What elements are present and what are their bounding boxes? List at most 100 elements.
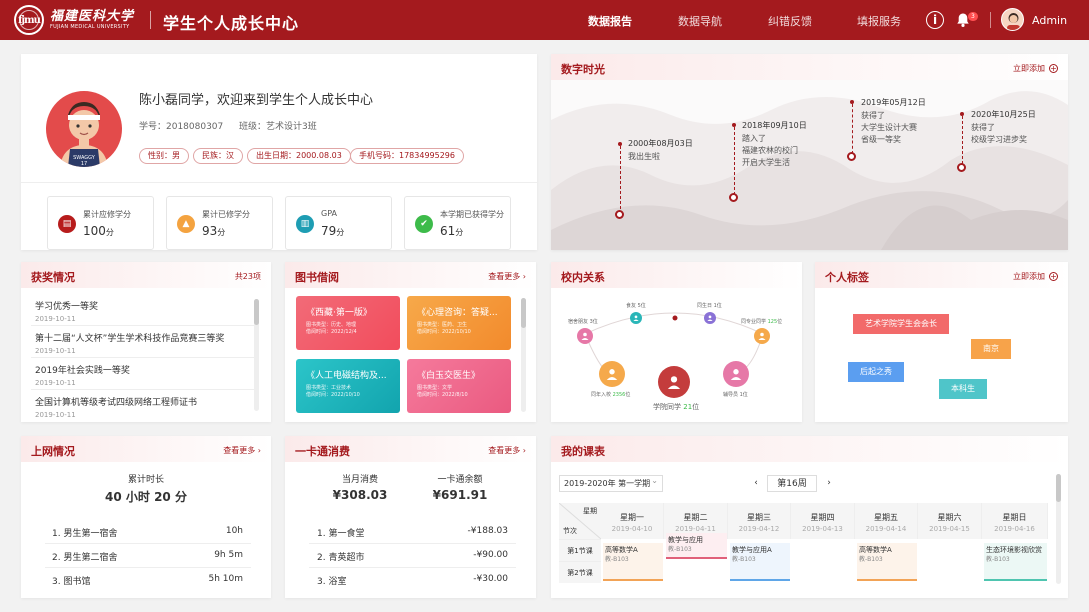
tag-phone: 手机号码：17834995296 xyxy=(350,148,464,164)
tags-title: 个人标签 xyxy=(825,271,869,284)
mountain-background xyxy=(551,91,1068,250)
relation-major: 同专业同学 125位 xyxy=(741,319,783,325)
course-cell[interactable]: 高等数学A 教-B103 xyxy=(857,543,917,581)
list-item[interactable]: 2019年社会实践一等奖 2019-10-11 xyxy=(35,363,130,387)
relation-same-year: 同年入校 2356位 xyxy=(591,392,631,398)
course-cell[interactable]: 生态环境影视欣赏 教-B103 xyxy=(984,543,1047,581)
user-name[interactable]: Admin xyxy=(1032,14,1067,27)
jersey-number: 17 xyxy=(81,161,87,167)
list-item[interactable]: 第十二届“人文杯”学生学术科技作品竞赛三等奖 2019-10-11 xyxy=(35,331,224,355)
nav-fill-service[interactable]: 填报服务 xyxy=(857,13,901,29)
timeline-marker[interactable] xyxy=(615,210,624,219)
tag-chip[interactable]: 后起之秀 xyxy=(848,362,904,382)
user-icon[interactable] xyxy=(658,366,690,398)
day-header: 星期五 2019-04-14 xyxy=(855,503,918,539)
slot-label: 第2节课 xyxy=(559,561,601,583)
schedule-title: 我的课表 xyxy=(561,445,605,458)
week-label: 第16周 xyxy=(767,475,817,492)
timeline-marker[interactable] xyxy=(847,152,856,161)
month-spend-label: 当月消费 xyxy=(341,475,378,485)
timeline-marker[interactable] xyxy=(729,193,738,202)
timeline-title: 数字时光 xyxy=(561,63,605,76)
stat-required-credits: ▤ 累计应修学分 100分 xyxy=(47,196,154,250)
nav-data-navigation[interactable]: 数据导航 xyxy=(678,13,722,29)
internet-title: 上网情况 xyxy=(31,445,75,458)
relations-card: 校内关系 宿舍朋友 3位 食友 5位 同生日 1位 同专业同学 125位 同年入… xyxy=(551,262,802,422)
stat-term-credits: ✔ 本学期已获得学分 61分 xyxy=(404,196,511,250)
tags-add-button[interactable]: 立即添加 + xyxy=(1013,271,1058,282)
table-corner: 星期 节次 xyxy=(559,503,601,539)
timeline-add-button[interactable]: 立即添加 + xyxy=(1013,63,1058,74)
divider xyxy=(21,182,537,183)
scrollbar[interactable] xyxy=(1056,474,1061,502)
next-week-button[interactable]: › xyxy=(821,475,837,492)
user-icon[interactable] xyxy=(754,328,770,344)
nav-data-report[interactable]: 数据报告 xyxy=(588,13,632,29)
notification-badge: 3 xyxy=(968,12,978,21)
slot-label: 第1节课 xyxy=(559,539,601,561)
tags-card: 个人标签 立即添加 + 艺术学院学生会会长 南京 后起之秀 本科生 xyxy=(815,262,1068,422)
card-more-link[interactable]: 查看更多 › xyxy=(488,445,526,456)
list-item[interactable]: 全国计算机等级考试四级网络工程师证书 2019-10-11 xyxy=(35,395,197,419)
book-item[interactable]: 《白玉交医生》 图书类型：文学 借阅时间：2022/8/10 xyxy=(407,359,511,413)
day-header: 星期三 2019-04-12 xyxy=(728,503,791,539)
student-id: 学号：2018080307 xyxy=(139,122,224,132)
card-consumption-card: 一卡通消费 查看更多 › 当月消费 ¥308.03 一卡通余额 ¥691.91 … xyxy=(285,436,536,598)
day-header: 星期日 2019-04-16 xyxy=(982,503,1048,539)
books-title: 图书借阅 xyxy=(295,271,339,284)
info-icon[interactable]: i xyxy=(926,11,944,29)
student-class: 班级：艺术设计3班 xyxy=(239,122,317,132)
university-seal-icon: fjmu xyxy=(14,5,44,35)
awards-total: 共23项 xyxy=(234,272,261,281)
scrollbar[interactable] xyxy=(521,298,526,328)
balance-label: 一卡通余额 xyxy=(437,475,483,485)
user-icon[interactable] xyxy=(599,361,625,387)
course-cell[interactable]: 高等数学A 教-B103 xyxy=(603,543,663,581)
university-name-cn: 福建医科大学 xyxy=(50,9,135,24)
month-spend-value: ¥308.03 xyxy=(332,488,388,502)
relation-counselor: 辅导员 1位 xyxy=(723,392,748,398)
course-cell[interactable]: 教学与应用A 教-B103 xyxy=(730,543,790,581)
user-avatar[interactable] xyxy=(1001,8,1024,31)
list-item[interactable]: 学习优秀一等奖 2019-10-11 xyxy=(35,299,98,323)
day-header: 星期四 2019-04-13 xyxy=(791,503,855,539)
book-icon: ▤ xyxy=(58,215,76,233)
stat-gpa: ▥ GPA 79分 xyxy=(285,196,392,250)
books-more-link[interactable]: 查看更多 › xyxy=(488,271,526,282)
internet-more-link[interactable]: 查看更多 › xyxy=(223,445,261,456)
relation-birthday: 同生日 1位 xyxy=(697,303,722,309)
internet-total-label: 累计时长 xyxy=(127,475,164,485)
university-name-en: FUJIAN MEDICAL UNIVERSITY xyxy=(50,24,130,30)
divider xyxy=(990,12,991,28)
profile-card: SWAGGY 17 陈小磊同学，欢迎来到学生个人成长中心 学号：20180803… xyxy=(21,54,537,250)
user-icon[interactable] xyxy=(630,312,642,324)
timeline-card: 数字时光 立即添加 + 2000年08月03日 我出生啦 2018年09月10日 … xyxy=(551,54,1068,250)
internet-total-value: 40 小时 20 分 xyxy=(105,490,187,504)
relation-dorm: 宿舍朋友 3位 xyxy=(568,319,598,325)
scrollbar[interactable] xyxy=(254,299,259,325)
prev-week-button[interactable]: ‹ xyxy=(748,475,764,492)
nav-feedback[interactable]: 纠错反馈 xyxy=(768,13,812,29)
relation-meal: 食友 5位 xyxy=(626,303,646,309)
book-item[interactable]: 《西藏·第一版》 图书类型：历史、地理 借阅时间：2022/12/4 xyxy=(296,296,400,350)
term-select[interactable]: 2019-2020年 第一学期 xyxy=(559,473,663,492)
welcome-message: 陈小磊同学，欢迎来到学生个人成长中心 xyxy=(139,93,374,108)
tag-chip[interactable]: 本科生 xyxy=(939,379,987,399)
timeline-canvas xyxy=(551,80,1068,250)
top-bar: fjmu 福建医科大学 FUJIAN MEDICAL UNIVERSITY 学生… xyxy=(0,0,1089,40)
student-avatar: SWAGGY 17 xyxy=(46,91,122,167)
book-item[interactable]: 《心理咨询：答疑... 图书类型：医药、卫生 借阅时间：2022/10/10 xyxy=(407,296,511,350)
card-title: 一卡通消费 xyxy=(295,445,350,458)
tag-chip[interactable]: 艺术学院学生会会长 xyxy=(853,314,949,334)
tag-chip[interactable]: 南京 xyxy=(971,339,1011,359)
course-cell[interactable]: 教学与应用 教-B103 xyxy=(666,533,727,559)
user-icon[interactable] xyxy=(704,312,716,324)
schedule-card: 我的课表 2019-2020年 第一学期 ‹ 第16周 › 星期 节次 星期一2… xyxy=(551,436,1068,598)
awards-title: 获奖情况 xyxy=(31,271,75,284)
user-icon[interactable] xyxy=(723,361,749,387)
book-item[interactable]: 《人工电磁结构及... 图书类型：工业技术 借阅时间：2022/10/10 xyxy=(296,359,400,413)
user-icon[interactable] xyxy=(577,328,593,344)
university-logo[interactable]: fjmu 福建医科大学 FUJIAN MEDICAL UNIVERSITY xyxy=(14,5,134,35)
timeline-marker[interactable] xyxy=(957,163,966,172)
books-card: 图书借阅 查看更多 › 《西藏·第一版》 图书类型：历史、地理 借阅时间：2022/… xyxy=(285,262,536,422)
